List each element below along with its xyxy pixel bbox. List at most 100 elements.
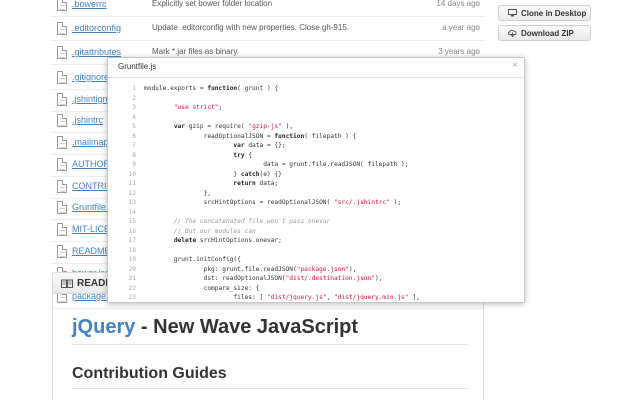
code-line: 13 srcHintOptions = readOptionalJSON( "s…: [108, 198, 524, 208]
file-row[interactable]: .bowerrc Explicitly set bower folder loca…: [52, 0, 484, 17]
code-text: data = grunt.file.readJSON( filepath );: [144, 161, 409, 168]
file-preview-popup: Gruntfile.js × 1 module.exports = functio…: [107, 57, 525, 303]
code-text: return data;: [233, 180, 279, 187]
line-number: 7: [132, 142, 136, 149]
code-text: delete srcHintOptions.onevar;: [173, 237, 282, 244]
line-number: 2: [132, 94, 136, 102]
code-text: },: [144, 189, 212, 197]
code-text: pkg: grunt.file.readJSON("package.json")…: [144, 265, 357, 273]
line-number: 14: [128, 208, 136, 216]
book-icon: [61, 279, 73, 288]
code-line: 7 var data = {};: [108, 141, 524, 151]
readme-heading: jQuery - New Wave JavaScript: [72, 316, 358, 339]
file-icon: [57, 201, 67, 214]
file-icon: [57, 22, 67, 35]
code-line: 10 } catch(e) {}: [108, 170, 524, 180]
code-line: 6 readOptionalJSON = function( filepath …: [108, 132, 524, 142]
line-number: 15: [128, 218, 136, 225]
line-number: 19: [128, 256, 136, 263]
code-text: readOptionalJSON = function( filepath ) …: [144, 132, 357, 140]
code-text: var gzip = require( "gzip-js" ),: [173, 123, 294, 130]
code-line: 21 dst: readOptionalJSON("dist/.destinat…: [108, 274, 524, 284]
file-icon: [57, 136, 67, 149]
download-zip-label: Download ZIP: [521, 29, 574, 38]
code-line: 18: [108, 246, 524, 256]
code-text: var data = {};: [233, 142, 286, 149]
line-number: 13: [128, 199, 136, 206]
download-zip-button[interactable]: Download ZIP: [498, 25, 591, 41]
subheading-divider: [72, 388, 468, 389]
file-name-link[interactable]: .bowerrc: [72, 0, 107, 9]
code-line: 16 // But our modules can: [108, 227, 524, 237]
file-name-link[interactable]: .gitignore: [72, 72, 109, 82]
line-number: 5: [132, 123, 136, 130]
code-line: 14: [108, 208, 524, 218]
line-number: 23: [128, 294, 136, 301]
close-icon[interactable]: ×: [512, 60, 518, 71]
code-text: dst: readOptionalJSON("dist/.destination…: [144, 275, 383, 282]
line-number: 20: [128, 265, 136, 273]
code-text: try {: [233, 151, 253, 159]
file-name-link[interactable]: .jshintrc: [72, 115, 103, 125]
code-text: "use strict";: [173, 104, 223, 111]
file-icon: [57, 93, 67, 106]
line-number: 16: [128, 227, 136, 235]
code-text: // But our modules can: [173, 227, 256, 235]
code-line: 17 delete srcHintOptions.onevar;: [108, 236, 524, 246]
file-row[interactable]: .editorconfig Update .editorconfig with n…: [52, 17, 484, 41]
file-name-link[interactable]: .editorconfig: [72, 23, 121, 33]
code-text: } catch(e) {}: [144, 170, 282, 178]
line-number: 18: [128, 246, 136, 254]
code-text: grunt.initConfig({: [144, 256, 241, 263]
line-number: 22: [128, 284, 136, 292]
line-number: 4: [132, 113, 136, 121]
code-line: 11 return data;: [108, 179, 524, 189]
file-icon: [57, 245, 67, 258]
line-number: 9: [132, 161, 136, 168]
line-number: 17: [128, 237, 136, 244]
commit-message-link[interactable]: Mark *.jar files as binary.: [152, 47, 239, 56]
code-line: 1 module.exports = function( grunt ) {: [108, 84, 524, 94]
code-line: 20 pkg: grunt.file.readJSON("package.jso…: [108, 265, 524, 275]
line-number: 10: [128, 170, 136, 178]
line-number: 21: [128, 275, 136, 282]
file-name-link[interactable]: .mailmap: [72, 137, 109, 147]
line-number: 12: [128, 189, 136, 197]
commit-age: a year ago: [442, 23, 480, 32]
popup-title: Gruntfile.js: [118, 62, 157, 71]
file-icon: [57, 71, 67, 84]
commit-message-link[interactable]: Update .editorconfig with new properties…: [152, 23, 349, 32]
code-line: 3 "use strict";: [108, 103, 524, 113]
code-line: 12 },: [108, 189, 524, 199]
line-number: 8: [132, 151, 136, 159]
readme-heading-text: - New Wave JavaScript: [135, 316, 359, 338]
commit-age: 14 days ago: [436, 0, 480, 8]
file-icon: [57, 114, 67, 127]
code-text: module.exports = function( grunt ) {: [144, 85, 279, 92]
file-icon: [57, 180, 67, 193]
readme-heading-brand-link[interactable]: jQuery: [72, 316, 135, 338]
commit-message-link[interactable]: Explicitly set bower folder location: [152, 0, 272, 8]
clone-in-desktop-button[interactable]: Clone in Desktop: [498, 5, 591, 21]
code-line: 15 // The concatenated file won't pass o…: [108, 217, 524, 227]
code-text: // The concatenated file won't pass onev…: [173, 218, 331, 225]
file-name-link[interactable]: .gitattributes: [72, 47, 121, 57]
code-line: 8 try {: [108, 151, 524, 161]
file-icon: [57, 158, 67, 171]
code-line: 19 grunt.initConfig({: [108, 255, 524, 265]
heading-divider: [72, 344, 468, 345]
line-number: 11: [128, 180, 136, 187]
code-line: 4: [108, 113, 524, 123]
file-icon: [57, 223, 67, 236]
readme-body: [52, 294, 484, 400]
code-line: 22 compare_size: {: [108, 284, 524, 294]
clone-in-desktop-label: Clone in Desktop: [521, 9, 587, 18]
line-number: 1: [132, 85, 136, 92]
line-number: 3: [132, 104, 136, 111]
code-text: srcHintOptions = readOptionalJSON( "src/…: [144, 199, 402, 206]
code-view: 1 module.exports = function( grunt ) { 2 3 …: [108, 84, 524, 302]
monitor-icon: [508, 9, 517, 17]
contribution-guides-heading: Contribution Guides: [72, 365, 227, 382]
line-number: 6: [132, 132, 136, 140]
code-line: 23 files: [ "dist/jquery.js", "dist/jque…: [108, 293, 524, 302]
